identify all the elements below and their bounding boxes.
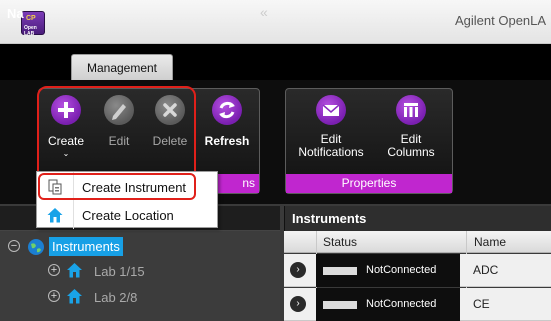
collapse-panel-icon[interactable]: « <box>260 4 268 20</box>
columns-icon <box>396 95 426 125</box>
table-row[interactable]: › NotConnected CE <box>284 288 551 321</box>
edit-columns-label: Edit Columns <box>381 133 441 159</box>
globe-icon <box>27 238 45 256</box>
name-cell: CE <box>473 297 490 311</box>
table-row[interactable]: › NotConnected ADC <box>284 254 551 287</box>
status-text: NotConnected <box>366 298 437 310</box>
column-header-name[interactable]: Name <box>474 235 506 249</box>
app-logo: CP Open LAB <box>21 11 45 37</box>
status-cell: NotConnected <box>316 288 460 321</box>
house-icon <box>66 262 83 278</box>
logo-text-top: CP <box>26 15 36 22</box>
house-icon <box>47 207 63 223</box>
edit-columns-line2: Columns <box>387 145 435 159</box>
edit-notifications-label: Edit Notifications <box>291 133 371 159</box>
status-cell: NotConnected <box>316 254 460 287</box>
status-indicator <box>323 267 357 275</box>
group-label-text: ns <box>242 176 255 190</box>
name-cell: ADC <box>473 263 499 277</box>
row-expand-icon[interactable]: › <box>290 262 306 278</box>
nav-panel-title: Na <box>7 6 24 21</box>
tab-management[interactable]: Management <box>71 54 173 80</box>
refresh-button[interactable]: Refresh <box>202 95 252 148</box>
column-header-status[interactable]: Status <box>323 235 357 249</box>
window-title: Agilent OpenLA <box>455 13 547 28</box>
envelope-icon <box>316 95 346 125</box>
tree-expand-toggle[interactable]: + <box>48 264 60 276</box>
menu-item-create-location[interactable]: Create Location <box>37 202 217 228</box>
ribbon-group-properties-label: Properties <box>286 174 452 193</box>
logo-text-bottom: Open LAB <box>24 25 37 37</box>
menu-item-label: Create Location <box>82 208 174 223</box>
house-icon <box>66 288 83 304</box>
refresh-icon <box>212 95 242 125</box>
grid-title: Instruments <box>292 211 367 226</box>
row-expand-icon[interactable]: › <box>290 296 306 312</box>
tree-item-lab-1[interactable]: Lab 1/15 <box>94 264 145 279</box>
tree-collapse-toggle[interactable]: − <box>8 240 20 252</box>
refresh-button-label: Refresh <box>204 134 250 148</box>
status-indicator <box>323 301 357 309</box>
status-text: NotConnected <box>366 264 437 276</box>
edit-columns-button[interactable]: Edit Columns <box>381 95 441 159</box>
tree-expand-toggle[interactable]: + <box>48 290 60 302</box>
edit-notifications-button[interactable]: Edit Notifications <box>291 95 371 159</box>
tree-item-lab-2[interactable]: Lab 2/8 <box>94 290 137 305</box>
tree-item-instruments[interactable]: Instruments <box>49 237 123 256</box>
highlight-outline-menu-item <box>38 173 196 200</box>
edit-notifications-line2: Notifications <box>298 145 364 159</box>
